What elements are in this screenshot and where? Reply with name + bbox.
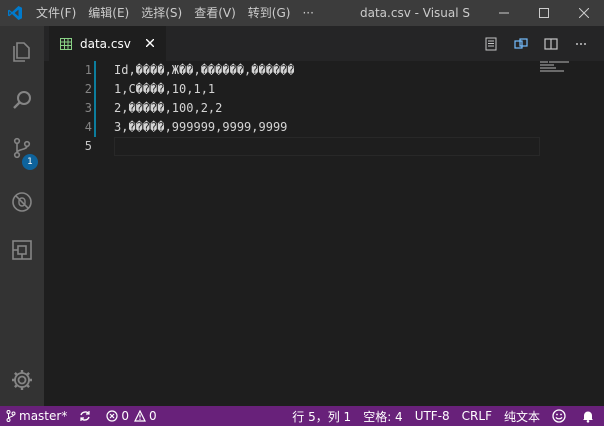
status-bar: master* 0 0 行 5，列 1 空格: 4 UTF-8 CRLF 纯文本 xyxy=(0,406,604,426)
code-text[interactable]: Id,����,Ж��,������,������ 1,C����,10,1,1… xyxy=(114,61,540,156)
search-button[interactable] xyxy=(0,78,44,122)
source-control-badge: 1 xyxy=(22,154,38,170)
sync-button[interactable] xyxy=(73,406,100,426)
close-icon xyxy=(146,39,154,47)
window-title: data.csv - Visual S xyxy=(360,6,471,20)
cursor-position[interactable]: 行 5，列 1 xyxy=(286,406,357,426)
menu-bar: 文件(F) 编辑(E) 选择(S) 查看(V) 转到(G) ··· xyxy=(30,0,320,26)
language-mode-selector[interactable]: 纯文本 xyxy=(498,406,546,426)
minimap[interactable] xyxy=(540,61,590,75)
explorer-button[interactable] xyxy=(0,30,44,74)
eol-selector[interactable]: CRLF xyxy=(456,406,498,426)
maximize-icon xyxy=(539,8,549,18)
line-number-gutter: 1 2 3 4 5 xyxy=(44,61,94,156)
extensions-icon xyxy=(12,240,32,260)
open-changes-button[interactable] xyxy=(506,26,536,61)
editor-area[interactable]: 1 2 3 4 5 Id,����,Ж��,������,������ 1,C�… xyxy=(44,61,604,406)
minimize-button[interactable] xyxy=(484,0,524,26)
more-actions-button[interactable] xyxy=(566,26,596,61)
menu-file[interactable]: 文件(F) xyxy=(30,0,82,26)
indentation-selector[interactable]: 空格: 4 xyxy=(357,406,409,426)
tab-label: data.csv xyxy=(80,36,131,51)
explorer-icon xyxy=(13,42,30,62)
tab-strip: data.csv xyxy=(44,26,604,61)
code-line[interactable]: Id,����,Ж��,������,������ xyxy=(114,61,540,80)
minimize-icon xyxy=(499,12,509,14)
menu-more[interactable]: ··· xyxy=(296,0,319,26)
modified-lines-indicator xyxy=(94,61,96,137)
line-number: 4 xyxy=(84,120,92,134)
line-number: 2 xyxy=(84,82,92,96)
settings-button[interactable] xyxy=(0,358,44,402)
gear-icon xyxy=(12,370,32,390)
bell-icon xyxy=(583,411,593,423)
close-window-button[interactable] xyxy=(564,0,604,26)
search-icon xyxy=(13,91,31,109)
extensions-button[interactable] xyxy=(0,228,44,272)
debug-icon xyxy=(12,192,32,212)
open-changes-icon xyxy=(514,37,528,49)
feedback-button[interactable] xyxy=(546,406,575,426)
encoding-selector[interactable]: UTF-8 xyxy=(409,406,456,426)
vertical-scrollbar[interactable] xyxy=(590,61,604,406)
code-line[interactable] xyxy=(114,137,540,156)
open-preview-button[interactable] xyxy=(476,26,506,61)
error-count: 0 xyxy=(121,409,129,423)
line-number: 3 xyxy=(84,101,92,115)
vscode-logo-icon xyxy=(0,0,30,26)
branch-indicator[interactable]: master* xyxy=(0,406,73,426)
close-icon xyxy=(579,8,589,18)
warning-count: 0 xyxy=(148,409,157,423)
code-line[interactable]: 2,�����,100,2,2 xyxy=(114,99,540,118)
branch-name: master* xyxy=(19,409,68,423)
smiley-icon xyxy=(552,409,566,423)
menu-edit[interactable]: 编辑(E) xyxy=(82,0,135,26)
tab-close-button[interactable] xyxy=(143,36,157,50)
title-bar: 文件(F) 编辑(E) 选择(S) 查看(V) 转到(G) ··· data.c… xyxy=(0,0,604,26)
tab-data-csv[interactable]: data.csv xyxy=(49,26,166,61)
notifications-button[interactable] xyxy=(575,406,604,426)
git-branch-icon xyxy=(6,410,16,422)
menu-view[interactable]: 查看(V) xyxy=(188,0,242,26)
warning-icon xyxy=(133,410,146,422)
more-icon xyxy=(576,42,586,45)
menu-selection[interactable]: 选择(S) xyxy=(135,0,188,26)
split-editor-icon xyxy=(544,37,558,50)
split-editor-button[interactable] xyxy=(536,26,566,61)
code-line[interactable]: 3,�����,999999,9999,9999 xyxy=(114,118,540,137)
line-number: 1 xyxy=(84,63,92,77)
menu-go[interactable]: 转到(G) xyxy=(242,0,297,26)
csv-file-icon xyxy=(60,37,72,50)
preview-icon xyxy=(485,37,497,50)
problems-indicator[interactable]: 0 0 xyxy=(100,406,162,426)
activity-bar: 1 xyxy=(0,26,44,406)
code-line[interactable]: 1,C����,10,1,1 xyxy=(114,80,540,99)
error-icon xyxy=(106,410,118,422)
line-number: 5 xyxy=(84,139,92,153)
debug-button[interactable] xyxy=(0,180,44,224)
sync-icon xyxy=(80,411,90,421)
maximize-button[interactable] xyxy=(524,0,564,26)
